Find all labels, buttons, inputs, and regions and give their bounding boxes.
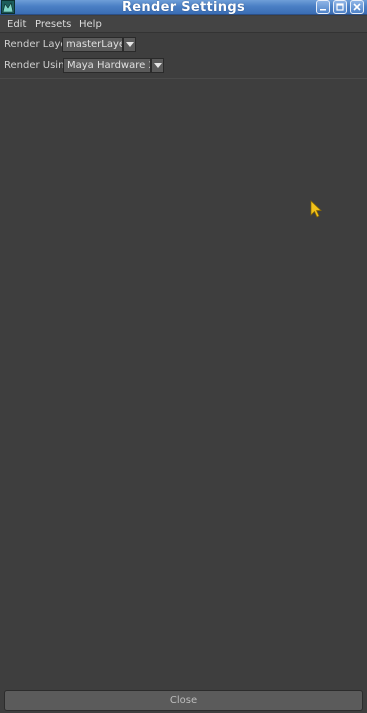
render-using-label: Render Using [4, 60, 71, 71]
menu-help[interactable]: Help [79, 16, 102, 33]
chevron-down-icon [126, 42, 134, 47]
window-title: Render Settings [121, 0, 245, 15]
title-bar[interactable]: Render Settings [0, 0, 367, 15]
minimize-icon [320, 9, 326, 11]
separator [0, 78, 367, 79]
render-layer-dropdown[interactable]: masterLayer [62, 37, 137, 52]
maximize-button[interactable] [333, 0, 347, 14]
render-layer-dropdown-button[interactable] [123, 37, 136, 52]
menu-edit[interactable]: Edit [7, 16, 26, 33]
menu-presets[interactable]: Presets [35, 16, 71, 33]
minimize-button[interactable] [316, 0, 330, 14]
settings-panel[interactable] [1, 80, 366, 686]
render-layer-label: Render Layer [4, 39, 71, 50]
close-icon [353, 3, 361, 11]
close-button[interactable]: Close [4, 690, 363, 711]
chevron-down-icon [154, 63, 162, 68]
menu-bar: Edit Presets Help [0, 16, 367, 33]
render-using-dropdown[interactable]: Maya Hardware 2.0 [63, 58, 165, 73]
render-layer-value[interactable]: masterLayer [62, 37, 123, 52]
maximize-icon [336, 3, 344, 11]
render-using-dropdown-button[interactable] [151, 58, 164, 73]
render-using-value[interactable]: Maya Hardware 2.0 [63, 58, 151, 73]
mouse-pointer-icon [310, 200, 322, 218]
close-window-button[interactable] [350, 0, 364, 14]
